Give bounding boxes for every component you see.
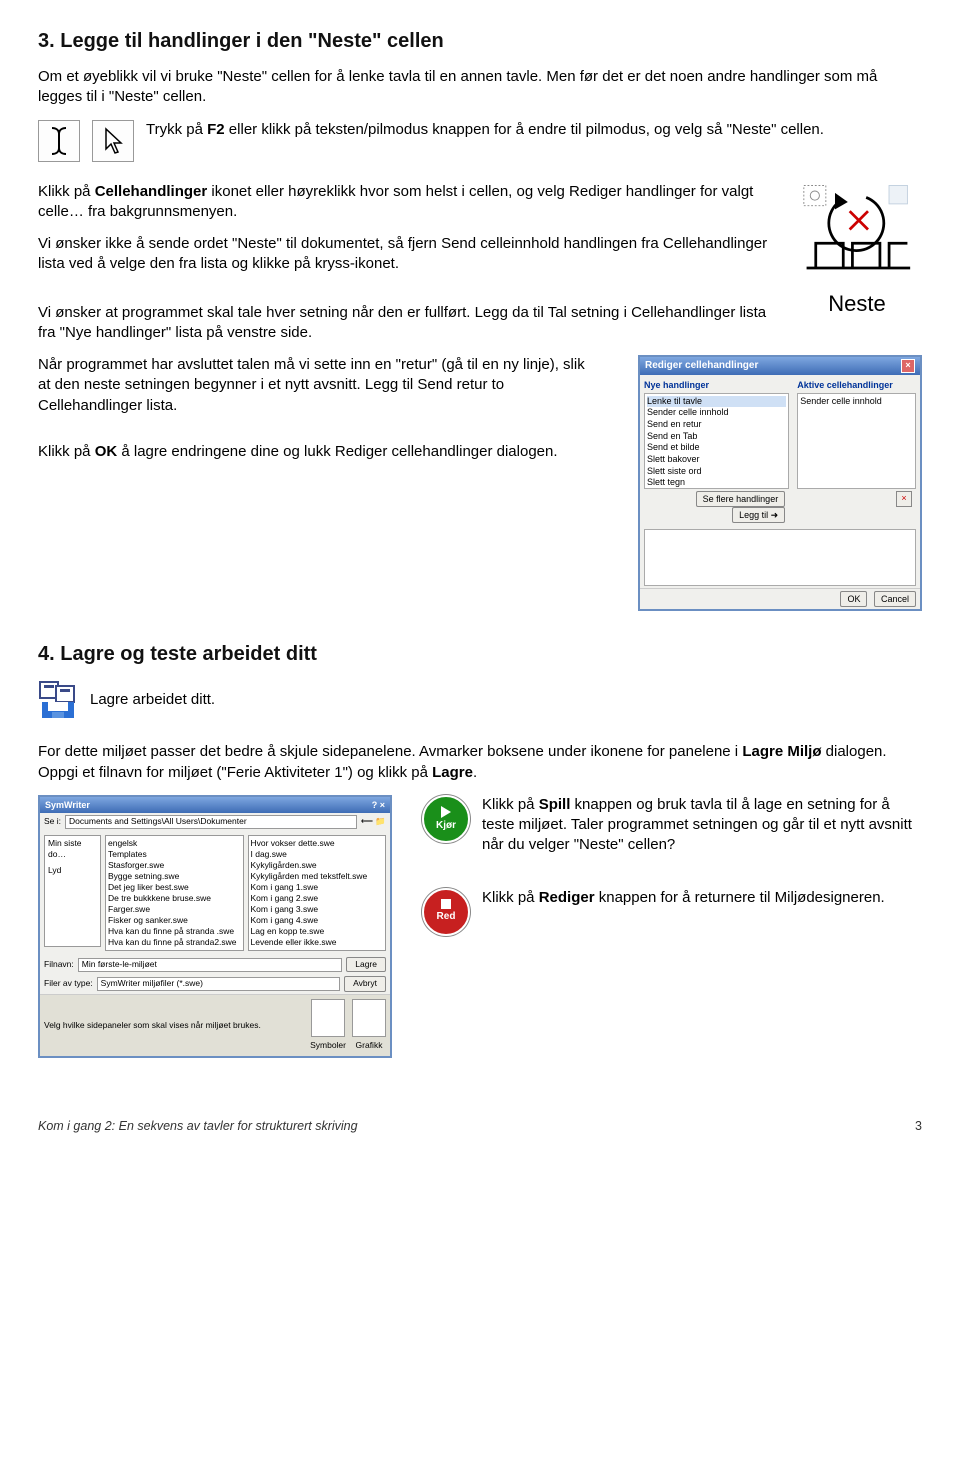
filetype-field[interactable]: SymWriter miljøfiler (*.swe): [97, 977, 340, 991]
cell-actions-dialog: Rediger cellehandlinger × Nye handlinger…: [638, 355, 922, 611]
active-actions-list[interactable]: Sender celle innhold: [797, 393, 916, 489]
page-number: 3: [915, 1118, 922, 1135]
list-item: Lag en kopp te.swe: [251, 926, 384, 937]
panel-symbols-icon[interactable]: [311, 999, 345, 1037]
f2-key: F2: [207, 121, 225, 138]
section3-p6: Klikk på OK å lagre endringene dine og l…: [38, 442, 598, 462]
footer-text: Kom i gang 2: En sekvens av tavler for s…: [38, 1118, 358, 1135]
look-in-field[interactable]: Documents and Settings\All Users\Dokumen…: [65, 815, 357, 829]
page-footer: Kom i gang 2: En sekvens av tavler for s…: [38, 1118, 922, 1135]
more-actions-button[interactable]: Se flere handlinger: [696, 491, 786, 507]
list-item: Hva kan du finne på stranda .swe: [108, 926, 241, 937]
cancel-button[interactable]: Cancel: [874, 591, 916, 607]
section3-p1: Om et øyeblikk vil vi bruke "Neste" cell…: [38, 67, 922, 108]
section3-p4: Vi ønsker at programmet skal tale hver s…: [38, 303, 922, 344]
filetype-label: Filer av type:: [44, 978, 93, 989]
list-item: Kom i gang 2.swe: [251, 893, 384, 904]
list-item: I dag.swe: [251, 849, 384, 860]
new-actions-list[interactable]: Lenke til tavle Sender celle innhold Sen…: [644, 393, 789, 489]
run-text: Klikk på Spill knappen og bruk tavla til…: [482, 795, 922, 856]
neste-cell-figure: Neste: [792, 182, 922, 319]
section3-title: 3. Legge til handlinger i den "Neste" ce…: [38, 28, 922, 55]
list-item: Kykyligården.swe: [251, 860, 384, 871]
nav-icons[interactable]: ⟵ 📁: [361, 816, 386, 827]
save-button[interactable]: Lagre: [346, 957, 386, 972]
section4-p2: For dette miljøet passer det bedre å skj…: [38, 742, 922, 783]
neste-label: Neste: [792, 289, 922, 319]
list-item: Bygge setning.swe: [108, 871, 241, 882]
active-actions-title: Aktive cellehandlinger: [797, 379, 916, 391]
stop-icon: [441, 899, 451, 909]
look-in-label: Se i:: [44, 816, 61, 827]
list-item: Kom i gang 3.swe: [251, 904, 384, 915]
edit-label: Red: [437, 910, 456, 924]
undo-arrow-icon: [802, 182, 912, 277]
list-item: De tre bukkkene bruse.swe: [108, 893, 241, 904]
list-item: Farger.swe: [108, 904, 241, 915]
dialog-details-pane: [644, 529, 916, 586]
list-item: Send en retur: [647, 419, 786, 431]
list-item: Hva kan du finne på stranda2.swe: [108, 937, 241, 948]
save-file-dialog: SymWriter ? × Se i: Documents and Settin…: [38, 795, 392, 1058]
list-item: Sender celle innhold: [647, 407, 786, 419]
list-item: Slett bakover: [647, 454, 786, 466]
section4-title: 4. Lagre og teste arbeidet ditt: [38, 641, 922, 668]
ok-button[interactable]: OK: [840, 591, 867, 607]
section3-p3: Klikk på Cellehandlinger ikonet eller hø…: [38, 182, 922, 223]
list-item: Hvor mange bøer og vinger.swe: [108, 948, 241, 951]
list-item: engelsk: [108, 838, 241, 849]
list-item: Levende eller ikke.swe: [251, 937, 384, 948]
list-item: Slett siste ord: [647, 466, 786, 478]
filename-label: Filnavn:: [44, 959, 74, 970]
dialog-title: Rediger cellehandlinger ×: [640, 357, 920, 375]
list-item: Send et bilde: [647, 442, 786, 454]
file-list-col2[interactable]: Hvor vokser dette.swe I dag.swe Kykyligå…: [248, 835, 387, 951]
list-item: Send en Tab: [647, 431, 786, 443]
text-cursor-icon: [38, 120, 80, 162]
list-item: Det jeg liker best.swe: [108, 882, 241, 893]
sidebar-item: Min siste do…: [45, 836, 100, 863]
places-sidebar[interactable]: Min siste do… Lyd: [44, 835, 101, 947]
cancel-button[interactable]: Avbryt: [344, 976, 386, 991]
list-item: Templates: [108, 849, 241, 860]
close-icon[interactable]: ×: [901, 359, 915, 373]
list-item: Kom i gang 4.swe: [251, 915, 384, 926]
arrow-cursor-icon: [92, 120, 134, 162]
section3-p3b: Vi ønsker ikke å sende ordet "Neste" til…: [38, 234, 922, 275]
list-item: Stasforger.swe: [108, 860, 241, 871]
sidebar-item: Lyd: [45, 863, 100, 878]
list-item: Kykyligården med tekstfelt.swe: [251, 871, 384, 882]
section3-f2-row: Trykk på F2 eller klikk på teksten/pilmo…: [38, 120, 922, 162]
edit-button[interactable]: Red: [422, 888, 470, 936]
list-item: liker_test.swe: [251, 948, 384, 951]
panels-hint: Velg hvilke sidepaneler som skal vises n…: [44, 1020, 304, 1031]
play-icon: [441, 806, 451, 818]
section3-p2: Trykk på F2 eller klikk på teksten/pilmo…: [146, 120, 922, 140]
file-dialog-title: SymWriter: [45, 799, 90, 811]
panel-graphics-icon[interactable]: [352, 999, 386, 1037]
section3-p5: Når programmet har avsluttet talen må vi…: [38, 355, 598, 416]
remove-action-icon[interactable]: ×: [896, 491, 912, 507]
edit-text: Klikk på Rediger knappen for å returnere…: [482, 888, 922, 908]
file-dialog-controls[interactable]: ? ×: [372, 799, 385, 811]
list-item: Hvor vokser dette.swe: [251, 838, 384, 849]
panel-symbols-label: Symboler: [310, 1040, 346, 1051]
list-item: Kom i gang 1.swe: [251, 882, 384, 893]
list-item: Fisker og sanker.swe: [108, 915, 241, 926]
filename-field[interactable]: Min første-le-miljøet: [78, 958, 342, 972]
file-list-col1[interactable]: engelsk Templates Stasforger.swe Bygge s…: [105, 835, 244, 951]
panel-graphics-label: Grafikk: [352, 1040, 386, 1051]
add-action-button[interactable]: Legg til ➜: [732, 507, 785, 523]
save-icon: [38, 680, 78, 720]
new-actions-title: Nye handlinger: [644, 379, 789, 391]
play-button[interactable]: Kjør: [422, 795, 470, 843]
list-item: Sender celle innhold: [800, 396, 913, 408]
play-label: Kjør: [436, 819, 456, 833]
section4-p1: Lagre arbeidet ditt.: [90, 690, 215, 710]
list-item: Slett tegn: [647, 477, 786, 488]
list-item: Lenke til tavle: [647, 396, 786, 408]
